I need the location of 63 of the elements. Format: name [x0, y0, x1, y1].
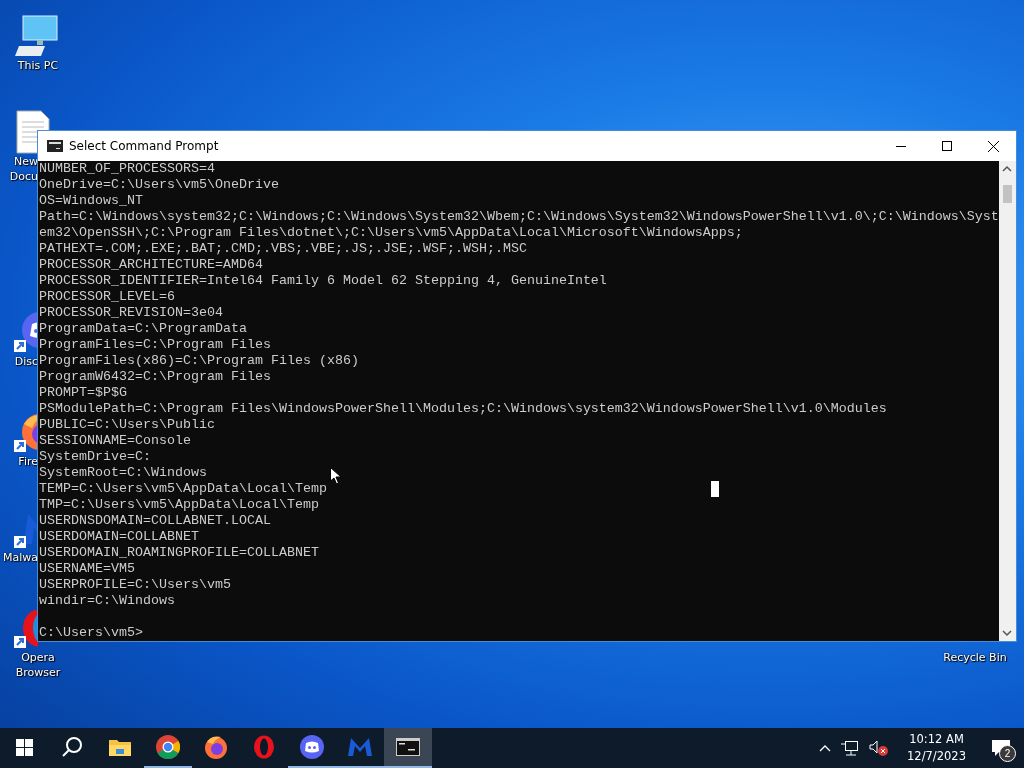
console-line: SystemDrive=C:	[39, 449, 151, 465]
console-line: PROCESSOR_LEVEL=6	[39, 289, 175, 305]
console-line: PROCESSOR_REVISION=3e04	[39, 305, 223, 321]
console-line: PATHEXT=.COM;.EXE;.BAT;.CMD;.VBS;.VBE;.JS;.JSE;.WSF;.WSH;.MSC	[39, 241, 527, 257]
network-icon[interactable]	[841, 740, 860, 756]
console-line: PROCESSOR_ARCHITECTURE=AMD64	[39, 257, 263, 273]
console-line: PUBLIC=C:\Users\Public	[39, 417, 215, 433]
console-line: NUMBER_OF_PROCESSORS=4	[39, 161, 215, 177]
folder-icon[interactable]	[109, 738, 131, 756]
console-line: PSModulePath=C:\Program Files\WindowsPowerShell\Modules;C:\Windows\system32\WindowsPowerShell\v1.0\Modules	[39, 401, 887, 417]
desktop-icon-label[interactable]: Recycle Bin	[943, 650, 1007, 665]
notifications-button[interactable]: 2	[984, 728, 1018, 768]
chevron-up-icon[interactable]	[819, 744, 832, 752]
desktop-icon-label[interactable]: Opera	[21, 650, 55, 665]
console-line: ProgramFiles(x86)=C:\Program Files (x86)	[39, 353, 359, 369]
taskbar-button[interactable]	[384, 728, 432, 768]
desktop-icon-label[interactable]: Malwa	[2, 550, 38, 565]
desktop-icon-label[interactable]: Browser	[15, 665, 61, 680]
close-icon[interactable]	[987, 140, 999, 152]
scroll-up-icon[interactable]	[1002, 165, 1013, 173]
console-line: ProgramW6432=C:\Program Files	[39, 369, 271, 385]
console-line: USERPROFILE=C:\Users\vm5	[39, 577, 231, 593]
scrollbar-thumb[interactable]	[1002, 185, 1012, 203]
speaker-muted-icon[interactable]	[869, 739, 890, 757]
console-line: TEMP=C:\Users\vm5\AppData\Local\Temp	[39, 481, 327, 497]
console-line: em32\OpenSSH\;C:\Program Files\dotnet\;C:\Users\vm5\AppData\Local\Microsoft\WindowsApps;	[39, 225, 743, 241]
window-title: Select Command Prompt	[69, 139, 219, 153]
desktop-icon-label[interactable]: Disc	[14, 354, 38, 369]
clock-date[interactable]: 12/7/2023	[907, 748, 966, 765]
computer-icon[interactable]	[15, 14, 61, 58]
mouse-pointer-icon	[330, 467, 342, 485]
console-line: PROCESSOR_IDENTIFIER=Intel64 Family 6 Model 62 Stepping 4, GenuineIntel	[39, 273, 607, 289]
console-line: USERDOMAIN_ROAMINGPROFILE=COLLABNET	[39, 545, 319, 561]
console-line: OneDrive=C:\Users\vm5\OneDrive	[39, 177, 279, 193]
command-prompt[interactable]: C:\Users\vm5>	[39, 625, 143, 641]
fox-browser-icon[interactable]	[204, 735, 228, 759]
console-line: OS=Windows_NT	[39, 193, 143, 209]
desktop-icon-label[interactable]: New	[14, 154, 38, 169]
console-line: USERNAME=VM5	[39, 561, 135, 577]
console-line: TMP=C:\Users\vm5\AppData\Local\Temp	[39, 497, 319, 513]
console-line: SystemRoot=C:\Windows	[39, 465, 207, 481]
opera-icon[interactable]	[253, 735, 275, 759]
console-line: windir=C:\Windows	[39, 593, 175, 609]
search-icon[interactable]	[61, 736, 83, 758]
desktop-icon-label[interactable]: Docu	[9, 169, 38, 184]
windows-logo-icon[interactable]	[15, 738, 33, 756]
clock-time[interactable]: 10:12 AM	[909, 731, 964, 748]
text-cursor	[711, 481, 719, 497]
chrome-icon[interactable]	[156, 735, 180, 759]
chat-app-icon[interactable]	[300, 735, 324, 759]
console-line: ProgramData=C:\ProgramData	[39, 321, 247, 337]
scroll-down-icon[interactable]	[1002, 629, 1013, 637]
terminal-icon	[47, 140, 63, 152]
terminal-icon[interactable]	[396, 738, 420, 756]
console-line: ProgramFiles=C:\Program Files	[39, 337, 271, 353]
maximize-icon[interactable]	[942, 141, 952, 151]
console-line: PROMPT=$P$G	[39, 385, 127, 401]
console-line: USERDOMAIN=COLLABNET	[39, 529, 199, 545]
console-line: USERDNSDOMAIN=COLLABNET.LOCAL	[39, 513, 271, 529]
console-line: Path=C:\Windows\system32;C:\Windows;C:\Windows\System32\Wbem;C:\Windows\System32\WindowsPowerShell\v1.0\;C:\Windows\Syst	[39, 209, 999, 225]
desktop-icon-label[interactable]: Fire	[18, 454, 38, 469]
console-line: SESSIONNAME=Console	[39, 433, 191, 449]
desktop-icon-label[interactable]: This PC	[17, 58, 59, 73]
